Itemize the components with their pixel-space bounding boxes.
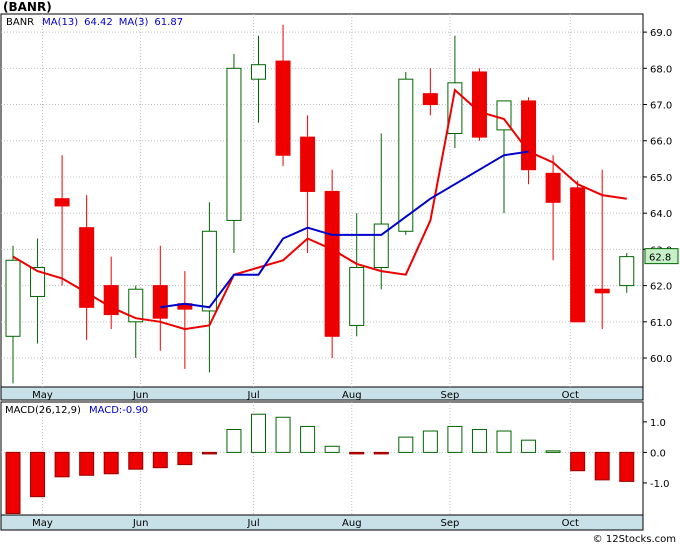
candle-body (545, 172, 561, 203)
candle-body (5, 259, 21, 337)
price-tick-label: 66.0 (650, 137, 672, 148)
candle-body (471, 71, 487, 138)
macd-tick-label: 1.0 (650, 418, 666, 429)
price-tick-label: 69.0 (650, 28, 672, 39)
macd-bar (521, 439, 537, 453)
candle-body (349, 266, 365, 326)
macd-bar (545, 450, 561, 453)
candle-body (570, 187, 586, 323)
last-price-label: 62.8 (649, 253, 671, 264)
macd-bar (349, 451, 365, 455)
macd-x-tick-label: Sep (441, 518, 460, 529)
macd-bar (496, 430, 512, 453)
macd-bar (251, 413, 266, 453)
macd-tick-label: -1.0 (650, 479, 670, 490)
price-tick-label: 64.0 (650, 209, 672, 220)
price-tick-label: 61.0 (650, 318, 672, 329)
price-tick-label: 62.0 (650, 282, 672, 293)
macd-bar (103, 451, 119, 475)
price-tick-label: 67.0 (650, 101, 672, 112)
macd-bar (373, 451, 389, 455)
macd-tick-label: 0.0 (650, 448, 666, 459)
macd-x-tick-label: Aug (342, 518, 362, 529)
candle-body (594, 288, 610, 294)
macd-bar (177, 451, 193, 466)
candle-body (226, 67, 242, 221)
price-x-tick-label: Oct (562, 390, 579, 401)
price-legend-item: BANR (6, 17, 34, 28)
macd-bar (471, 428, 487, 453)
macd-bar (79, 451, 95, 476)
candle-body (275, 60, 291, 156)
macd-bar (54, 451, 70, 478)
candle-body (422, 93, 438, 106)
macd-bar (226, 428, 242, 453)
macd-date-band (0, 514, 644, 531)
candle-body (398, 78, 414, 232)
price-legend-item: 61.87 (154, 17, 183, 28)
price-legend-item: 64.42 (84, 17, 113, 28)
macd-bar (152, 451, 168, 469)
macd-bar (594, 451, 610, 481)
macd-bar (300, 425, 316, 453)
macd-x-tick-label: Jul (247, 518, 260, 529)
macd-panel (0, 401, 644, 516)
macd-legend-item: MACD(26,12,9) (5, 405, 81, 416)
price-x-tick-label: May (32, 390, 53, 401)
candle-body (619, 256, 635, 287)
macd-bar (398, 436, 414, 453)
credit-text: © 12Stocks.com (592, 534, 676, 545)
candle-body (152, 285, 168, 319)
price-legend-item: MA(3) (119, 17, 149, 28)
macd-bar (447, 425, 463, 453)
candle-body (324, 190, 340, 337)
candle-body (54, 198, 70, 207)
macd-bar (5, 451, 21, 514)
candle-body (201, 230, 217, 312)
price-legend-item: MA(13) (42, 17, 78, 28)
candle-body (521, 100, 537, 171)
price-date-band (0, 386, 644, 401)
price-x-tick-label: Jul (247, 390, 260, 401)
price-tick-label: 65.0 (650, 173, 672, 184)
price-x-tick-label: Sep (441, 390, 460, 401)
candle-body (300, 136, 316, 192)
macd-x-tick-label: Oct (562, 518, 579, 529)
macd-bar (570, 451, 586, 472)
macd-bar (422, 430, 438, 453)
macd-x-tick-label: May (32, 518, 53, 529)
candle-body (251, 64, 266, 80)
price-x-tick-label: Jun (132, 390, 149, 401)
price-tick-label: 60.0 (650, 354, 672, 365)
macd-x-tick-label: Jun (132, 518, 149, 529)
price-tick-label: 68.0 (650, 64, 672, 75)
macd-bar (619, 451, 635, 482)
stock-chart: 60.061.062.063.064.065.066.067.068.069.0… (0, 13, 679, 531)
price-x-tick-label: Aug (342, 390, 362, 401)
macd-bar (201, 451, 217, 455)
macd-bar (324, 445, 340, 453)
macd-bar (275, 416, 291, 453)
macd-bar (128, 451, 144, 470)
macd-legend-item: MACD:-0.90 (89, 405, 148, 416)
macd-bar (30, 451, 46, 498)
